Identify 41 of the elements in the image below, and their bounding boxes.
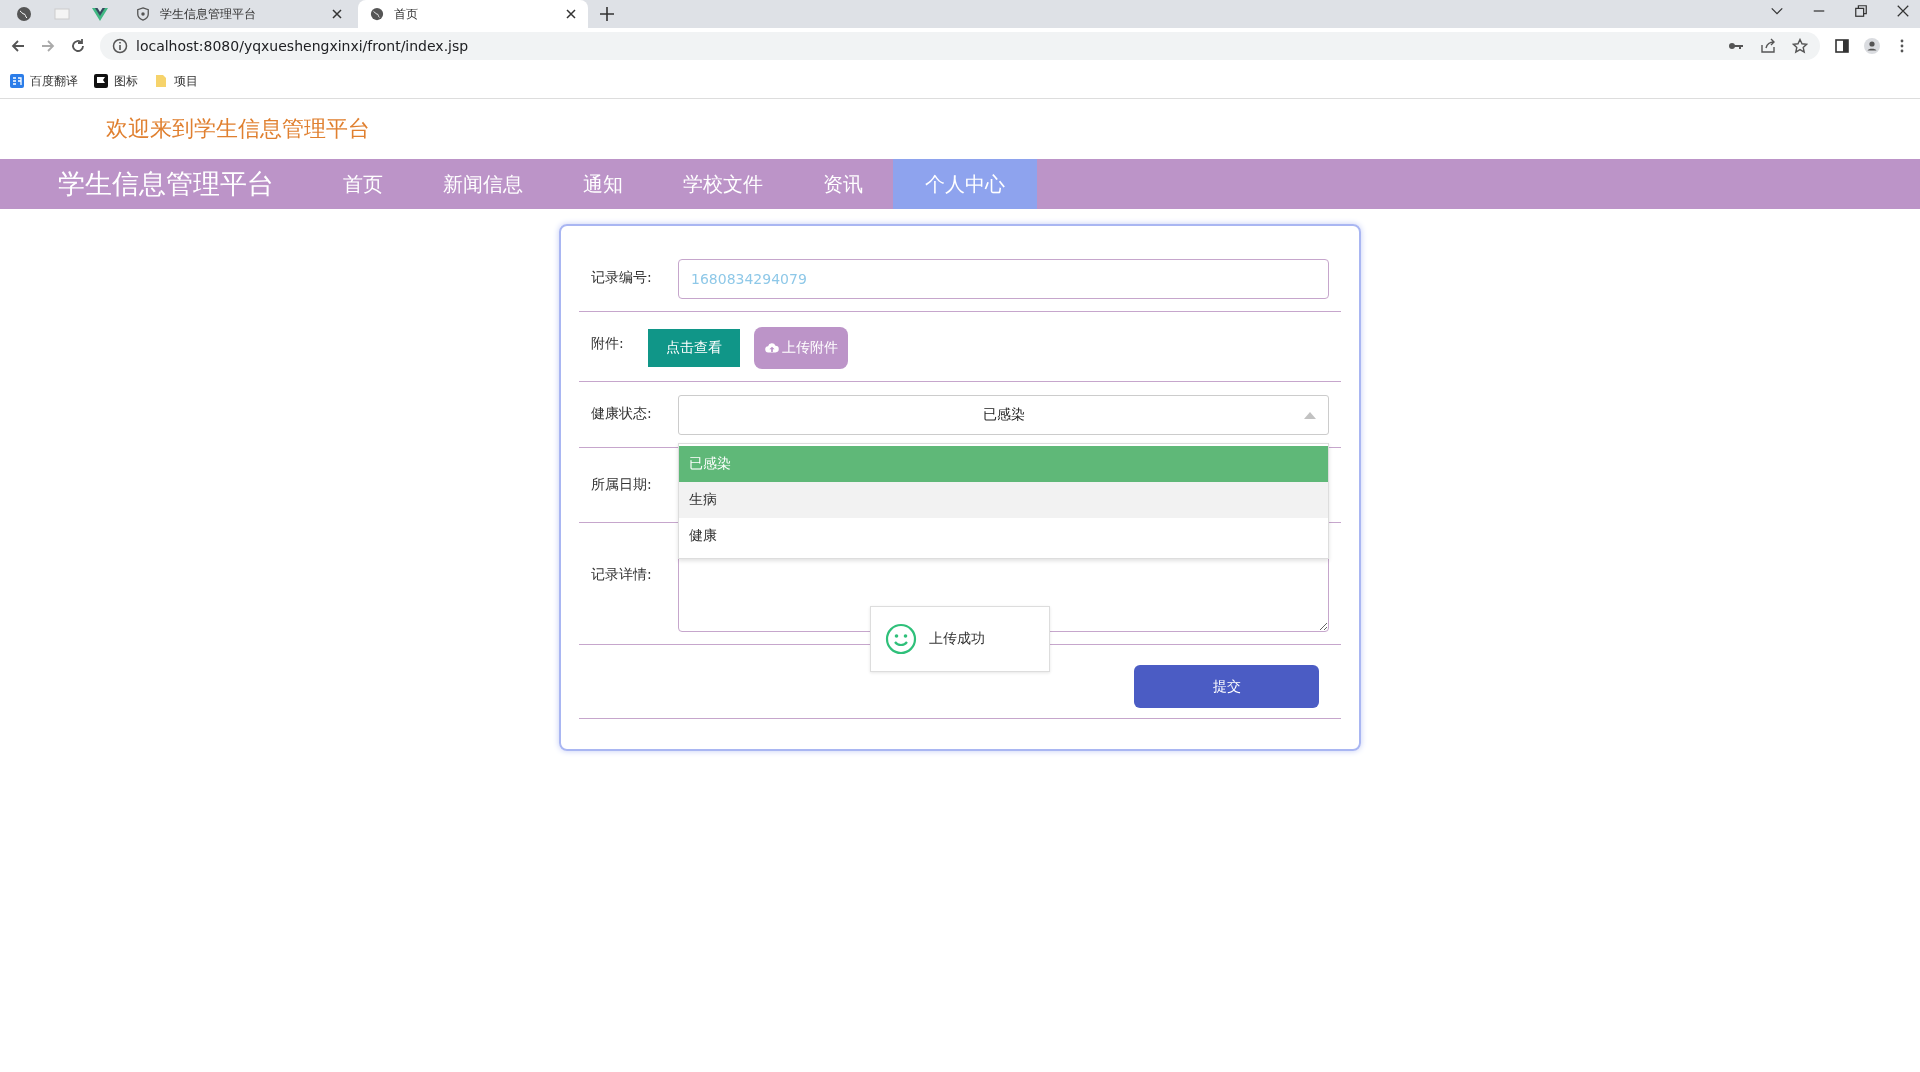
translate-icon	[10, 74, 24, 88]
v-logo-icon[interactable]	[92, 6, 108, 22]
reload-icon[interactable]	[70, 38, 86, 54]
folder-icon	[154, 74, 168, 88]
browser-tab[interactable]: 学生信息管理平台	[124, 0, 354, 28]
field-label: 所属日期:	[590, 475, 653, 494]
dropdown-option[interactable]: 健康	[679, 518, 1328, 554]
cloud-upload-icon	[764, 342, 779, 354]
dropdown-option[interactable]: 生病	[679, 482, 1328, 518]
toast-text: 上传成功	[929, 630, 985, 648]
side-panel-icon[interactable]	[1834, 38, 1850, 54]
shield-icon	[136, 7, 150, 21]
welcome-text: 欢迎来到学生信息管理平台	[106, 115, 370, 143]
new-tab-icon[interactable]	[600, 7, 614, 21]
address-bar[interactable]: localhost:8080/yqxueshengxinxi/front/index.jsp	[100, 32, 1820, 60]
restore-icon[interactable]	[1854, 4, 1868, 18]
bookmark[interactable]: 项目	[154, 72, 198, 90]
share-icon[interactable]	[1760, 38, 1776, 54]
field-label: 附件:	[590, 334, 625, 353]
browser-tab[interactable]: 首页	[358, 0, 588, 28]
caret-icon	[1304, 412, 1316, 419]
submit-button[interactable]: 提交	[1134, 665, 1319, 708]
field-label: 记录编号:	[590, 268, 653, 287]
profile-icon[interactable]	[1864, 38, 1880, 54]
field-label: 健康状态:	[590, 404, 653, 423]
close-icon[interactable]	[1896, 4, 1910, 18]
flag-icon	[94, 74, 108, 88]
back-icon[interactable]	[10, 38, 26, 54]
select-field[interactable]: 已感染	[678, 395, 1329, 435]
close-icon[interactable]	[566, 9, 576, 19]
smiley-icon	[885, 623, 917, 655]
star-icon[interactable]	[1792, 38, 1808, 54]
globe-icon	[370, 7, 384, 21]
field-label: 记录详情:	[590, 565, 653, 584]
bookmark[interactable]: 百度翻译	[10, 72, 78, 90]
close-icon[interactable]	[332, 9, 342, 19]
globe-icon[interactable]	[16, 6, 32, 22]
bookmark[interactable]: 图标	[94, 72, 138, 90]
info-icon[interactable]	[112, 38, 128, 54]
view-button[interactable]: 点击查看	[648, 329, 740, 367]
site-title: 学生信息管理平台	[58, 167, 275, 201]
